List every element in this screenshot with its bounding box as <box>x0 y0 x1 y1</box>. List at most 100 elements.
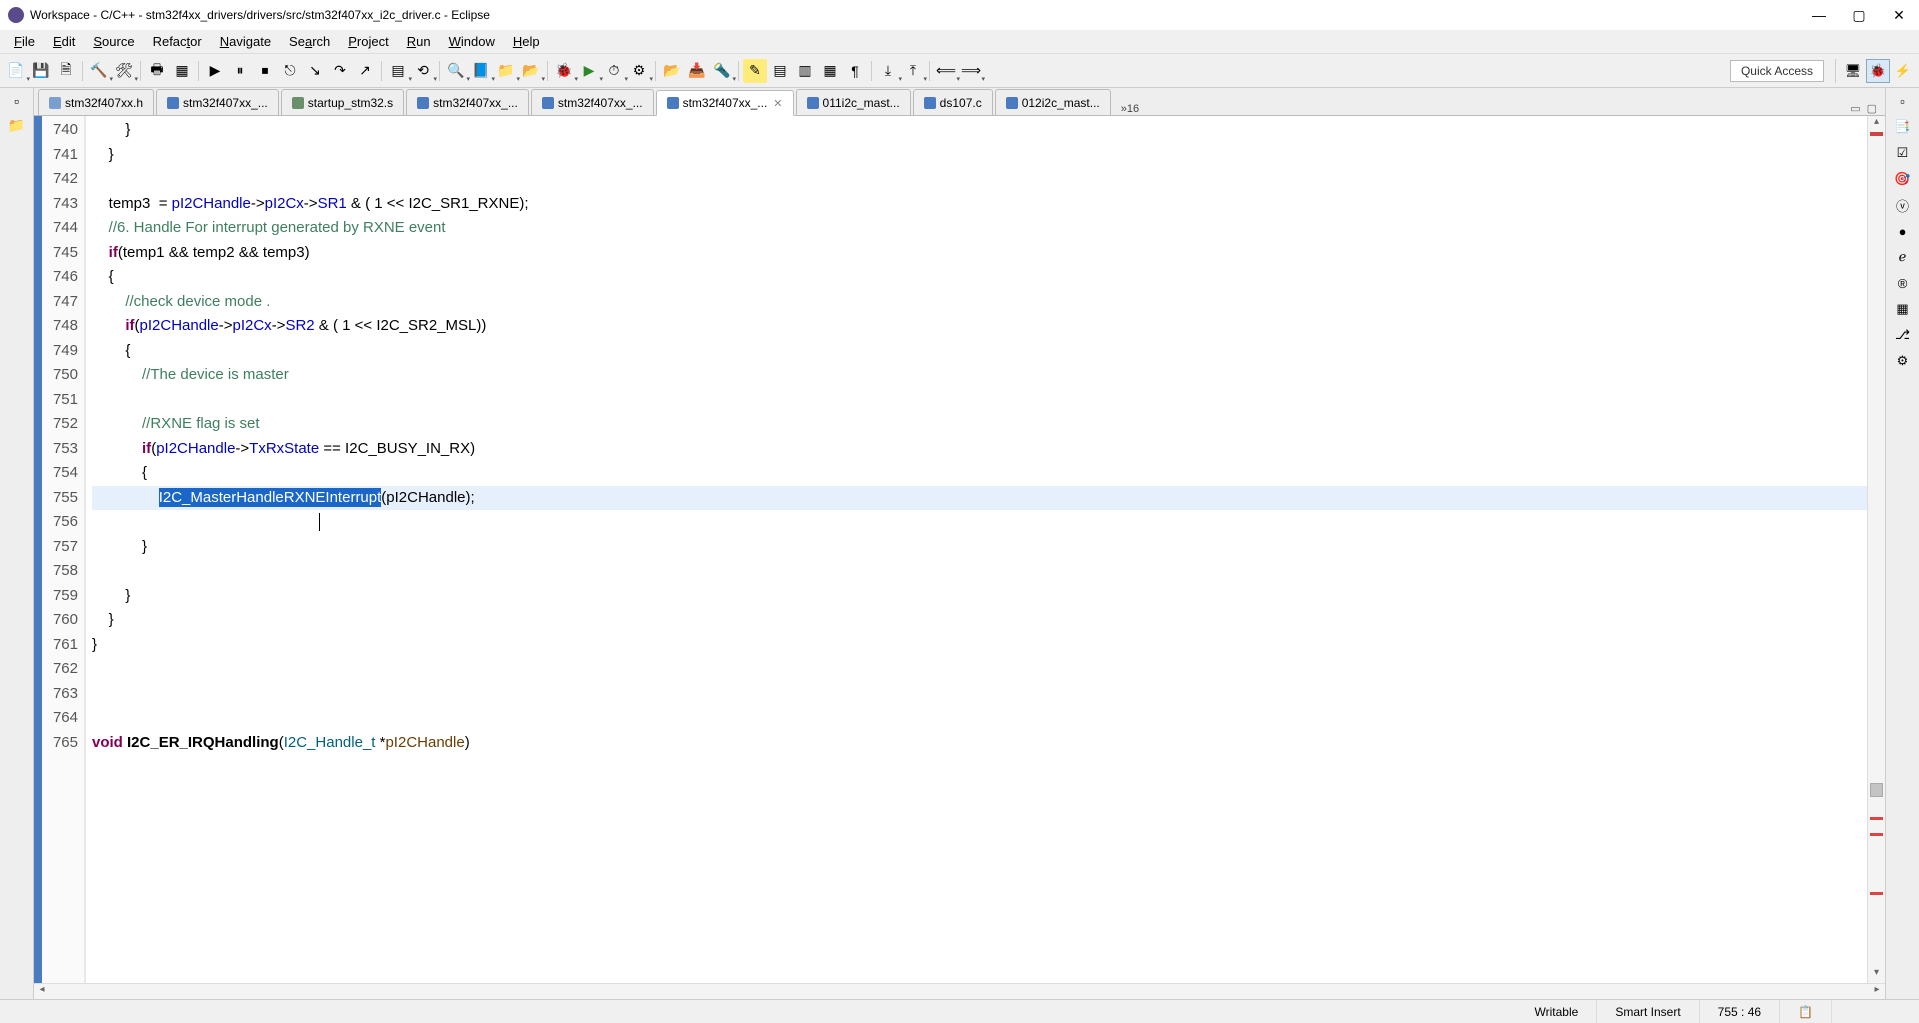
new-folder-button[interactable]: 📂 <box>519 59 543 83</box>
menu-edit[interactable]: Edit <box>45 32 83 51</box>
disconnect-button[interactable]: ⎋ <box>278 59 302 83</box>
menu-file[interactable]: File <box>6 32 43 51</box>
code-line-747[interactable]: //check device mode . <box>92 290 1867 315</box>
menu-source[interactable]: Source <box>85 32 142 51</box>
instruction-step-button[interactable]: ▤ <box>386 59 410 83</box>
scroll-down-icon[interactable]: ▾ <box>1868 967 1885 983</box>
resume-button[interactable]: ▶ <box>203 59 227 83</box>
build-config-button[interactable]: 🛠 <box>112 59 136 83</box>
restart-button[interactable]: ⟲ <box>411 59 435 83</box>
code-line-754[interactable]: { <box>92 461 1867 486</box>
toggle-mark-button[interactable]: ✎ <box>743 59 767 83</box>
restore-icon[interactable]: ▫ <box>8 92 26 110</box>
tab-6[interactable]: 011i2c_mast... <box>796 89 911 115</box>
registers-icon[interactable]: ® <box>1894 274 1912 292</box>
import-button[interactable]: 📥 <box>685 59 709 83</box>
code-line-765[interactable]: void I2C_ER_IRQHandling(I2C_Handle_t *pI… <box>92 731 1867 756</box>
code-line-752[interactable]: //RXNE flag is set <box>92 412 1867 437</box>
toggle-source-button[interactable]: ▤ <box>768 59 792 83</box>
open-type-button[interactable]: 🔍 <box>444 59 468 83</box>
task-list-icon[interactable]: ☑ <box>1894 144 1912 162</box>
forward-button[interactable]: ⟹ <box>959 59 983 83</box>
code-line-759[interactable]: } <box>92 584 1867 609</box>
project-explorer-icon[interactable]: 📁 <box>8 116 26 134</box>
terminate-button[interactable]: ⏹ <box>253 59 277 83</box>
code-line-762[interactable] <box>92 657 1867 682</box>
code-area[interactable]: } } temp3 = pI2CHandle->pI2Cx->SR1 & ( 1… <box>86 116 1867 983</box>
horizontal-scrollbar[interactable]: ◂ ▸ <box>34 983 1885 999</box>
perspective-cpp[interactable]: 🖥 <box>1841 59 1865 83</box>
executables-icon[interactable]: ⚙ <box>1894 352 1912 370</box>
step-over-button[interactable]: ↷ <box>328 59 352 83</box>
save-all-button[interactable]: 🗎 <box>54 59 78 83</box>
new-button[interactable]: 📄 <box>4 59 28 83</box>
search-button[interactable]: 🔦 <box>710 59 734 83</box>
menu-window[interactable]: Window <box>441 32 503 51</box>
code-line-760[interactable]: } <box>92 608 1867 633</box>
toggle-block-button[interactable]: ▥ <box>793 59 817 83</box>
scroll-thumb[interactable] <box>1870 783 1883 797</box>
code-line-758[interactable] <box>92 559 1867 584</box>
code-line-764[interactable] <box>92 706 1867 731</box>
prev-annotation-button[interactable]: ⤒ <box>901 59 925 83</box>
toggle-outline-button[interactable]: ▦ <box>818 59 842 83</box>
suspend-button[interactable]: ⏸ <box>228 59 252 83</box>
restore-right-icon[interactable]: ▫ <box>1894 92 1912 110</box>
tab-1[interactable]: stm32f407xx_... <box>156 89 279 115</box>
step-into-button[interactable]: ↘ <box>303 59 327 83</box>
scroll-up-icon[interactable]: ▴ <box>1868 116 1885 132</box>
code-line-751[interactable] <box>92 388 1867 413</box>
code-line-746[interactable]: { <box>92 265 1867 290</box>
breakpoints-icon[interactable]: ● <box>1894 222 1912 240</box>
tab-8[interactable]: 012i2c_mast... <box>995 89 1111 115</box>
code-line-750[interactable]: //The device is master <box>92 363 1867 388</box>
memory-icon[interactable]: ▦ <box>1894 300 1912 318</box>
build-button[interactable]: 🔨 <box>87 59 111 83</box>
print-button[interactable]: 🖶 <box>145 59 169 83</box>
menu-refactor[interactable]: Refactor <box>145 32 210 51</box>
tab-4[interactable]: stm32f407xx_... <box>531 89 654 115</box>
code-line-763[interactable] <box>92 682 1867 707</box>
open-folder-button[interactable]: 📂 <box>660 59 684 83</box>
new-project-button[interactable]: 📁 <box>494 59 518 83</box>
code-line-745[interactable]: if(temp1 && temp2 && temp3) <box>92 241 1867 266</box>
external-tools-button[interactable]: ⚙ <box>627 59 651 83</box>
step-return-button[interactable]: ↗ <box>353 59 377 83</box>
menu-run[interactable]: Run <box>399 32 439 51</box>
expressions-icon[interactable]: ℯ <box>1894 248 1912 266</box>
tab-0[interactable]: stm32f407xx.h <box>38 89 154 115</box>
variables-icon[interactable]: ⓥ <box>1894 196 1912 214</box>
tab-3[interactable]: stm32f407xx_... <box>406 89 529 115</box>
perspective-other[interactable]: ⚡ <box>1891 59 1915 83</box>
code-line-757[interactable]: } <box>92 535 1867 560</box>
back-button[interactable]: ⟸ <box>934 59 958 83</box>
scroll-right-icon[interactable]: ▸ <box>1869 984 1885 999</box>
close-tab-icon[interactable]: ✕ <box>773 97 782 110</box>
minimize-view-icon[interactable]: ▭ <box>1850 102 1860 115</box>
maximize-button[interactable]: ▢ <box>1847 7 1871 24</box>
code-line-755[interactable]: I2C_MasterHandleRXNEInterrupt(pI2CHandle… <box>92 486 1867 511</box>
code-line-740[interactable]: } <box>92 118 1867 143</box>
close-button[interactable]: ✕ <box>1887 7 1911 24</box>
menu-project[interactable]: Project <box>340 32 396 51</box>
run-button[interactable]: ▶ <box>577 59 601 83</box>
tab-5[interactable]: stm32f407xx_...✕ <box>656 90 794 116</box>
code-line-741[interactable]: } <box>92 143 1867 168</box>
code-line-749[interactable]: { <box>92 339 1867 364</box>
menu-help[interactable]: Help <box>505 32 548 51</box>
new-class-button[interactable]: 📘 <box>469 59 493 83</box>
quick-access[interactable]: Quick Access <box>1730 60 1824 82</box>
menu-navigate[interactable]: Navigate <box>212 32 279 51</box>
code-line-748[interactable]: if(pI2CHandle->pI2Cx->SR2 & ( 1 << I2C_S… <box>92 314 1867 339</box>
code-line-761[interactable]: } <box>92 633 1867 658</box>
tabs-overflow[interactable]: »16 <box>1117 103 1143 115</box>
debug-button[interactable]: 🐞 <box>552 59 576 83</box>
menu-search[interactable]: Search <box>281 32 338 51</box>
code-line-756[interactable] <box>92 510 1867 535</box>
maximize-view-icon[interactable]: ▢ <box>1867 102 1877 115</box>
tab-7[interactable]: ds107.c <box>913 89 993 115</box>
tab-2[interactable]: startup_stm32.s <box>281 89 404 115</box>
save-button[interactable]: 💾 <box>29 59 53 83</box>
build-targets-icon[interactable]: 🎯 <box>1894 170 1912 188</box>
scroll-left-icon[interactable]: ◂ <box>34 984 50 999</box>
